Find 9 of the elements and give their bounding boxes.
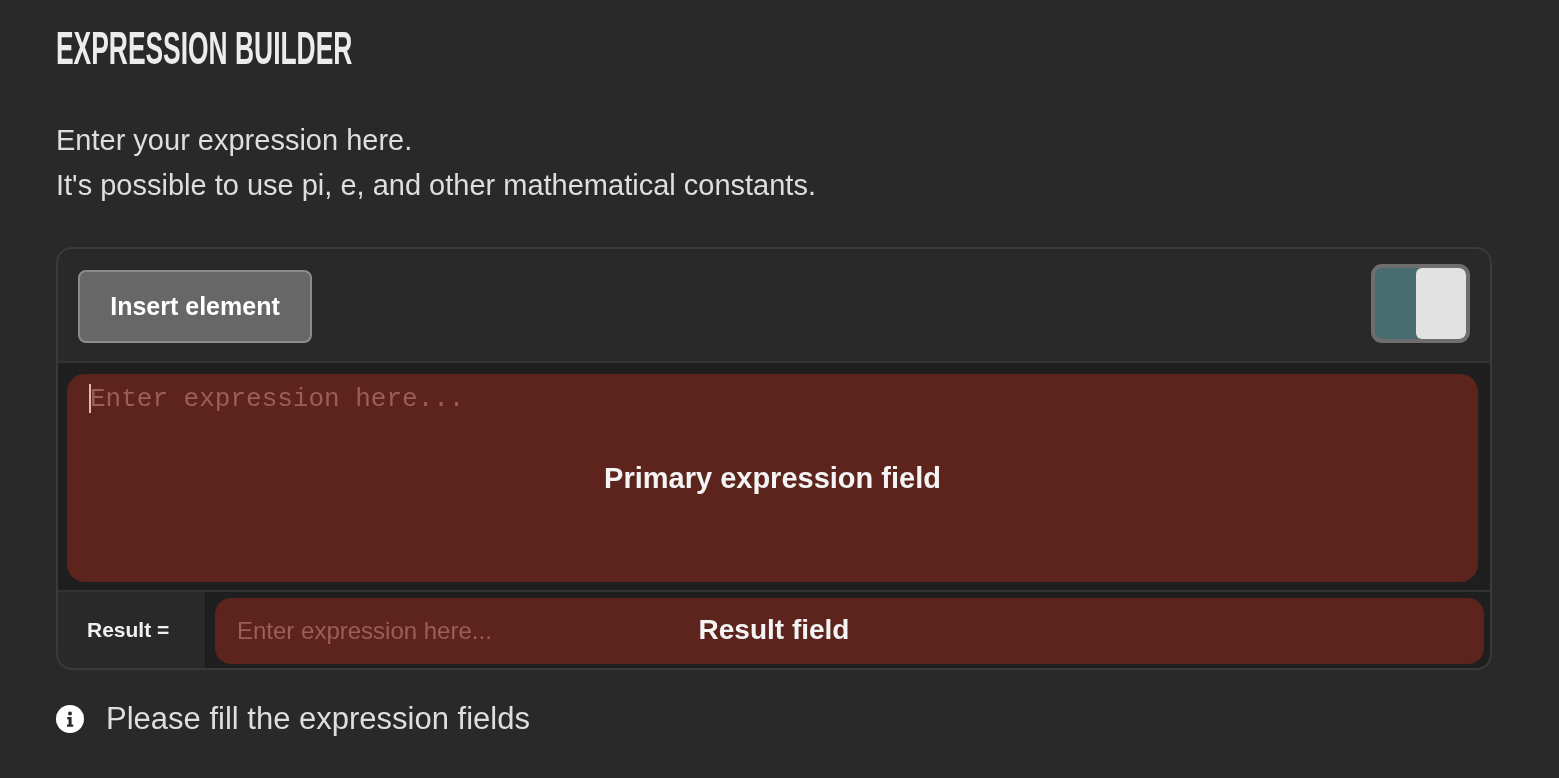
- insert-element-button[interactable]: Insert element: [78, 269, 312, 343]
- message-text: Please fill the expression fields: [106, 701, 530, 737]
- info-icon: [56, 705, 84, 733]
- toggle-switch[interactable]: [1371, 264, 1470, 343]
- page-title: EXPRESSION BUILDER: [56, 25, 353, 71]
- description-line: It's possible to use pi, e, and other mathematical constants.: [56, 168, 816, 203]
- description-line: Enter your expression here.: [56, 123, 413, 158]
- field-caption: Result field: [698, 614, 850, 646]
- field-caption: Primary expression field: [604, 461, 941, 495]
